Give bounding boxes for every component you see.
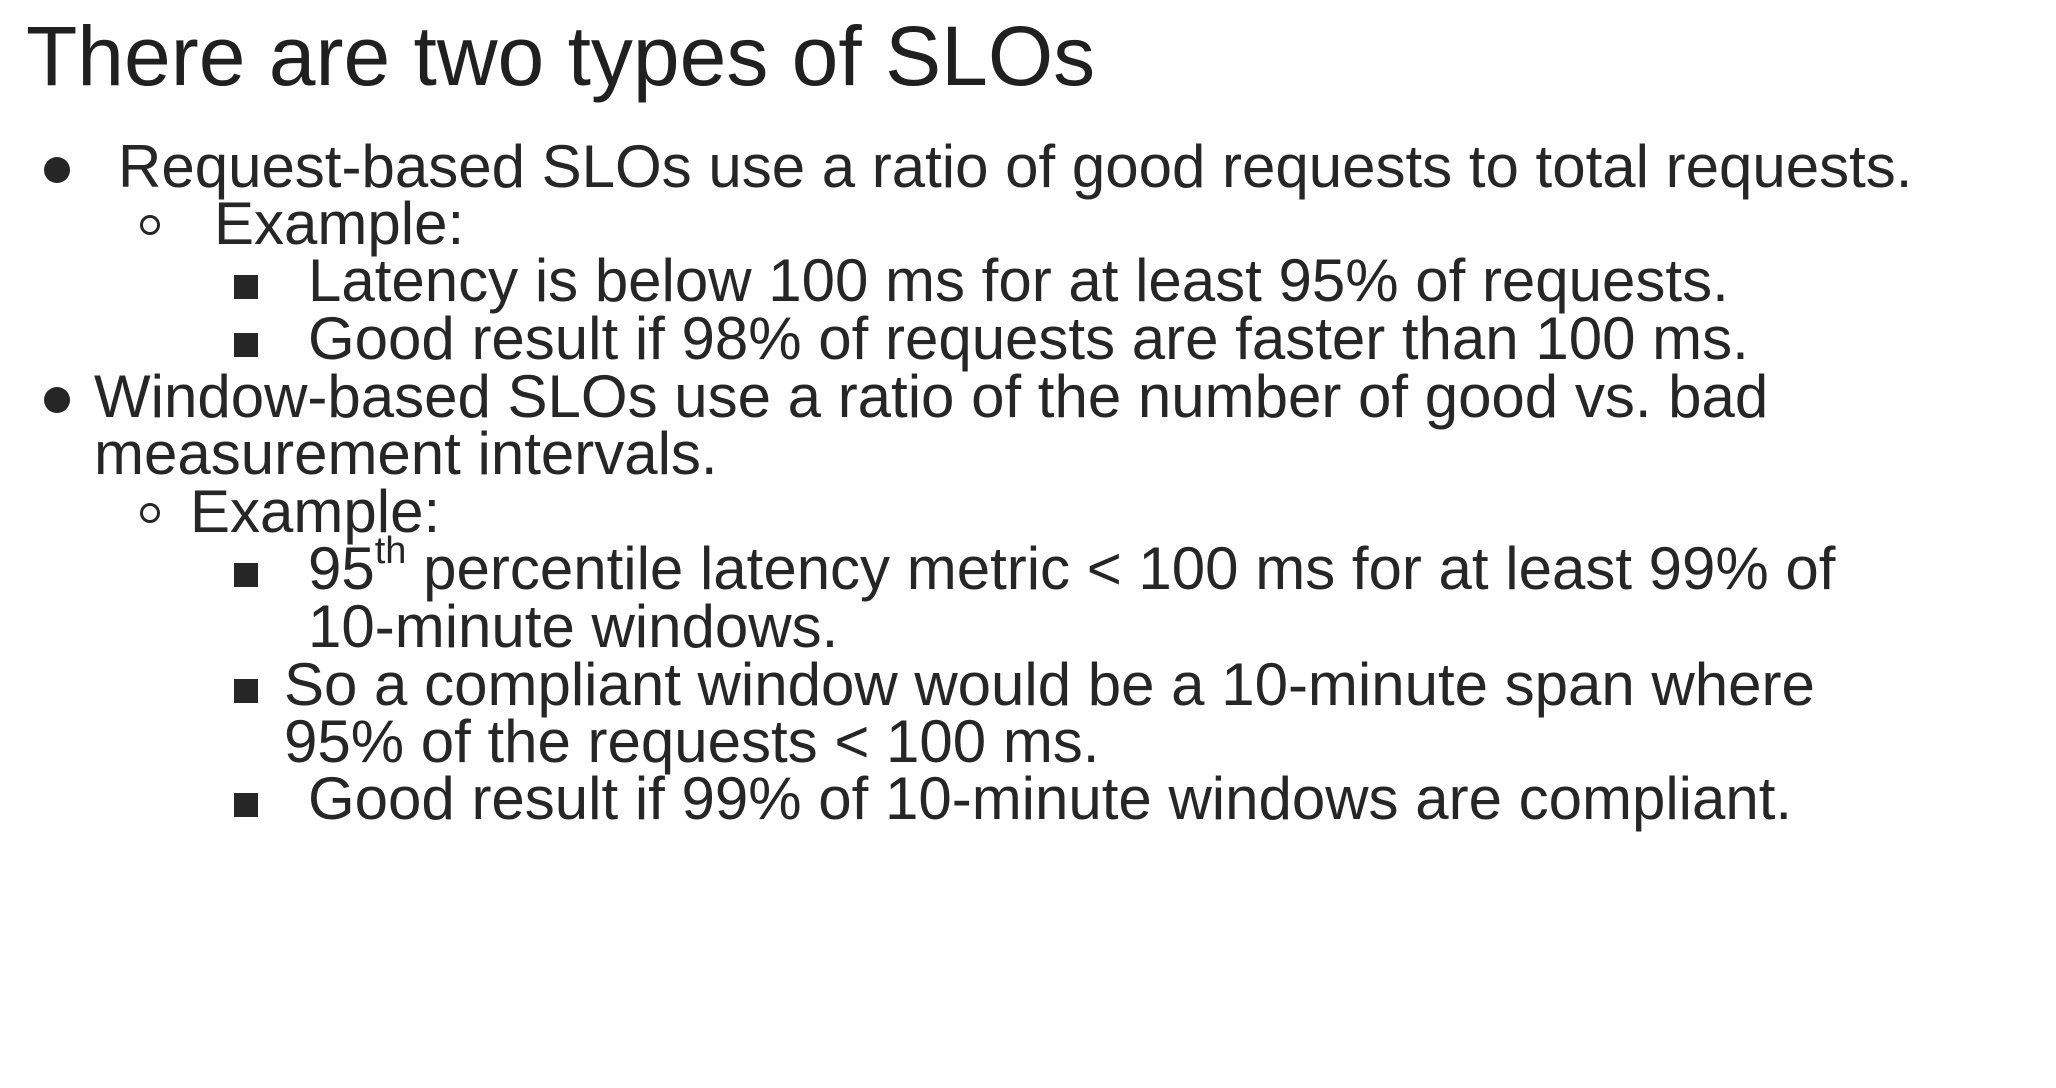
- slide-title: There are two types of SLOs: [26, 9, 1096, 103]
- bullet-icon: [44, 387, 70, 413]
- square-bullet-icon: [234, 275, 258, 299]
- square-bullet-icon: [234, 793, 258, 817]
- square-bullet-icon: [234, 333, 258, 357]
- bullet-2-subitem-3: Good result if 99% of 10-minute windows …: [308, 765, 1793, 832]
- ordinal-superscript: th: [374, 530, 407, 572]
- slide: There are two types of SLOs Request-base…: [0, 0, 2056, 1088]
- square-bullet-icon: [234, 563, 258, 587]
- hollow-circle-icon: [140, 503, 160, 523]
- square-bullet-icon: [234, 679, 258, 703]
- bullet-icon: [44, 157, 70, 183]
- hollow-circle-icon: [140, 215, 160, 235]
